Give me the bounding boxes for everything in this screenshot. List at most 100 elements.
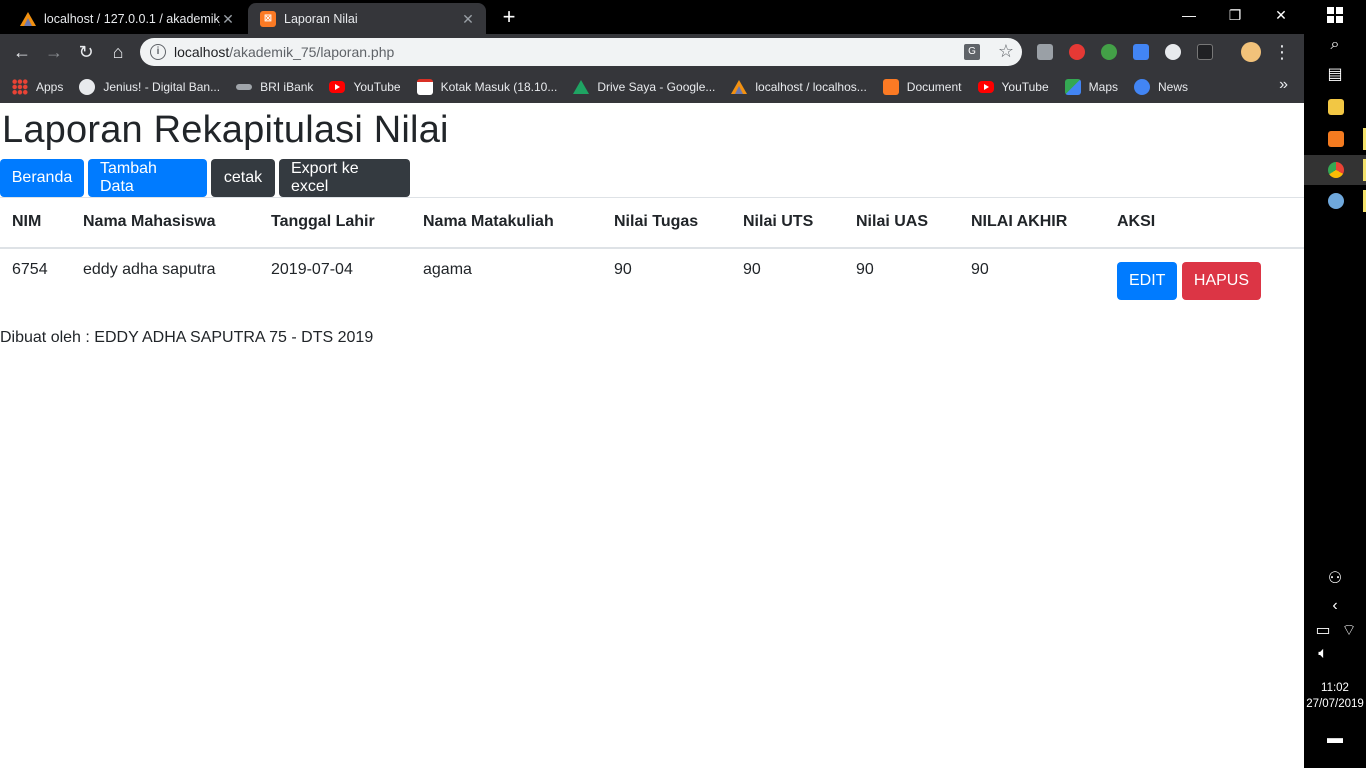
export-excel-button[interactable]: Export ke excel xyxy=(279,159,410,197)
column-header: Nilai Tugas xyxy=(602,197,731,249)
clock-date: 27/07/2019 xyxy=(1306,698,1364,710)
avatar[interactable] xyxy=(1241,42,1261,62)
page-title: Laporan Rekapitulasi Nilai xyxy=(2,109,449,151)
extension-icon[interactable] xyxy=(1037,44,1053,60)
chrome-icon xyxy=(1328,162,1344,178)
bookmark-star-icon[interactable]: ☆ xyxy=(998,41,1014,62)
restore-button[interactable]: ❐ xyxy=(1212,0,1258,30)
bookmark-youtube[interactable]: YouTube xyxy=(329,80,401,94)
cell-nilai-uas: 90 xyxy=(844,247,959,312)
chevron-left-icon[interactable]: ‹ xyxy=(1324,595,1346,617)
bookmark-jenius[interactable]: Jenius! - Digital Ban... xyxy=(79,78,220,95)
translate-icon[interactable]: G xyxy=(964,44,980,60)
browser-toolbar: ← → ↻ ⌂ i localhost/akademik_75/laporan.… xyxy=(0,34,1304,70)
address-bar[interactable]: i localhost/akademik_75/laporan.php G ☆ xyxy=(140,38,1022,66)
bri-icon xyxy=(236,83,253,90)
cell-matakuliah: agama xyxy=(411,247,602,312)
browser-chrome: localhost / 127.0.0.1 / akademik_ ✕ ⊠ La… xyxy=(0,0,1304,103)
delete-button[interactable]: HAPUS xyxy=(1181,261,1262,300)
sublime-text-icon xyxy=(1328,131,1344,147)
tab-strip: localhost / 127.0.0.1 / akademik_ ✕ ⊠ La… xyxy=(0,0,1304,34)
tab-title: Laporan Nilai xyxy=(284,11,358,26)
cell-nilai-tugas: 90 xyxy=(602,247,731,312)
bookmark-apps[interactable]: Apps xyxy=(12,78,63,95)
search-icon[interactable]: ⌕ xyxy=(1324,34,1346,56)
xampp-icon xyxy=(882,78,899,95)
clock-time: 11:02 xyxy=(1321,682,1349,694)
maps-icon xyxy=(1064,78,1081,95)
phpmyadmin-icon xyxy=(731,79,748,94)
people-icon[interactable]: ⚇ xyxy=(1324,568,1346,590)
minimize-button[interactable]: — xyxy=(1166,0,1212,30)
column-header: Nama Mahasiswa xyxy=(71,197,259,249)
column-header: NIM xyxy=(0,197,71,249)
bookmark-maps[interactable]: Maps xyxy=(1064,78,1118,95)
home-button[interactable]: ⌂ xyxy=(104,38,132,66)
window-close-button[interactable]: ✕ xyxy=(1258,0,1304,30)
bookmark-document[interactable]: Document xyxy=(882,78,962,95)
bookmark-news[interactable]: News xyxy=(1134,78,1188,95)
speedometer-icon[interactable] xyxy=(1165,44,1181,60)
new-tab-button[interactable]: + xyxy=(496,5,522,31)
cell-nilai-uts: 90 xyxy=(731,247,844,312)
bookmark-bri[interactable]: BRI iBank xyxy=(236,80,313,94)
tab-phpmyadmin[interactable]: localhost / 127.0.0.1 / akademik_ ✕ xyxy=(8,3,246,34)
report-table: NIM Nama Mahasiswa Tanggal Lahir Nama Ma… xyxy=(0,197,1304,312)
xampp-icon: ⊠ xyxy=(260,10,276,27)
wifi-icon[interactable]: ⌔ xyxy=(1338,620,1360,642)
add-data-button[interactable]: Tambah Data xyxy=(88,159,207,197)
bookmarks-bar: Apps Jenius! - Digital Ban... BRI iBank … xyxy=(0,70,1304,103)
cell-nama: eddy adha saputra xyxy=(71,247,259,312)
news-icon xyxy=(1134,78,1150,95)
windows-start-icon[interactable] xyxy=(1327,7,1343,23)
taskbar-chrome[interactable] xyxy=(1304,155,1366,185)
taskbar-sublime[interactable] xyxy=(1304,124,1366,154)
extension-icon[interactable] xyxy=(1197,44,1213,60)
reload-button[interactable]: ↻ xyxy=(72,38,100,66)
adblock-icon[interactable] xyxy=(1069,44,1085,60)
extension-icon[interactable] xyxy=(1101,44,1117,60)
column-header: Nilai UAS xyxy=(844,197,959,249)
info-icon[interactable]: i xyxy=(150,44,166,60)
more-bookmarks-button[interactable]: » xyxy=(1279,76,1288,94)
forward-button[interactable]: → xyxy=(40,38,68,66)
battery-icon[interactable]: ▭ xyxy=(1312,620,1334,642)
notification-icon[interactable]: ▬ xyxy=(1324,728,1346,750)
table-header-row: NIM Nama Mahasiswa Tanggal Lahir Nama Ma… xyxy=(0,197,1304,249)
cell-nilai-akhir: 90 xyxy=(959,247,1105,312)
back-button[interactable]: ← xyxy=(8,38,36,66)
globe-icon xyxy=(79,78,96,95)
task-view-icon[interactable]: ▤ xyxy=(1324,64,1346,86)
apps-icon xyxy=(12,78,28,95)
taskbar-file-explorer[interactable] xyxy=(1304,92,1366,122)
folder-icon xyxy=(1328,99,1344,115)
column-header: Nama Matakuliah xyxy=(411,197,602,249)
menu-icon[interactable]: ⋮ xyxy=(1268,38,1296,66)
column-header: AKSI xyxy=(1105,197,1304,249)
bookmark-drive[interactable]: Drive Saya - Google... xyxy=(573,79,715,94)
taskbar-clock[interactable]: 11:02 27/07/2019 xyxy=(1304,680,1366,712)
column-header: Nilai UTS xyxy=(731,197,844,249)
close-icon[interactable]: ✕ xyxy=(220,11,236,27)
url-text[interactable]: localhost/akademik_75/laporan.php xyxy=(174,44,394,60)
bookmark-localhost[interactable]: localhost / localhos... xyxy=(731,79,867,94)
bookmark-youtube-2[interactable]: YouTube xyxy=(977,80,1049,94)
volume-icon[interactable]: 🔈︎ xyxy=(1312,643,1334,665)
taskbar-paint[interactable] xyxy=(1304,186,1366,216)
windows-taskbar: ⌕ ▤ ⚇ ‹ ▭ ⌔ 🔈︎ 11:02 27/07/2019 ▬ xyxy=(1304,0,1366,768)
google-translate-icon[interactable] xyxy=(1133,44,1149,60)
edit-button[interactable]: EDIT xyxy=(1117,261,1178,300)
table-row: 6754 eddy adha saputra 2019-07-04 agama … xyxy=(0,247,1304,312)
close-icon[interactable]: ✕ xyxy=(460,11,476,27)
page-content: Laporan Rekapitulasi Nilai Beranda Tamba… xyxy=(0,103,1304,768)
drive-icon xyxy=(573,79,590,94)
cell-aksi: EDIT HAPUS xyxy=(1105,247,1304,312)
tab-laporan-nilai[interactable]: ⊠ Laporan Nilai ✕ xyxy=(248,3,486,34)
print-button[interactable]: cetak xyxy=(211,159,275,197)
column-header: Tanggal Lahir xyxy=(259,197,411,249)
tab-title: localhost / 127.0.0.1 / akademik_ xyxy=(44,11,220,26)
bookmark-gmail[interactable]: Kotak Masuk (18.10... xyxy=(416,78,557,95)
youtube-icon xyxy=(329,80,346,93)
home-button-beranda[interactable]: Beranda xyxy=(0,159,84,197)
youtube-icon xyxy=(977,80,994,93)
